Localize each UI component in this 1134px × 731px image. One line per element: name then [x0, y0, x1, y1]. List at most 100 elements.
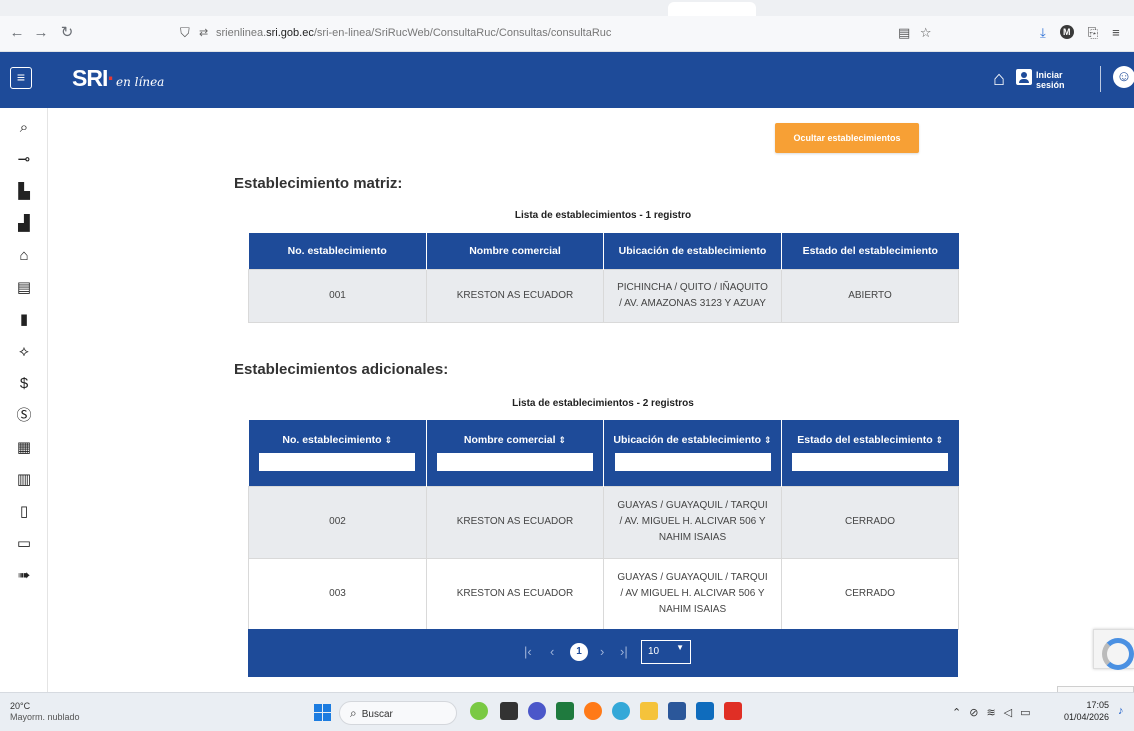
acrobat-app-icon[interactable] [724, 702, 742, 720]
recaptcha-badge[interactable] [1093, 629, 1134, 670]
col-header-estado[interactable]: Estado del establecimiento ⇕ [781, 420, 959, 486]
taskbar: 20°C Mayorm. nublado ⌕ Buscar ⌃ ⊘ ≋ ◁ ▭ 17… [0, 692, 1134, 731]
url-actions: ▤ ☆ [898, 25, 932, 41]
shield-icon[interactable]: ⛉ [180, 25, 190, 41]
page-1-button[interactable]: 1 [570, 643, 588, 661]
filter-nombre-input[interactable] [436, 451, 594, 472]
login-link[interactable]: Iniciar sesión [1036, 70, 1076, 90]
extensions-bar: ⤓ M ⎘ ≡ [1040, 25, 1120, 41]
document-icon[interactable]: ▤ [14, 278, 34, 298]
firefox-app-icon[interactable] [584, 702, 602, 720]
outlook-app-icon[interactable] [696, 702, 714, 720]
truck-icon[interactable]: ➠ [14, 566, 34, 586]
forward-icon[interactable]: → [32, 24, 50, 42]
handshake-icon[interactable]: ⟡ [14, 342, 34, 362]
mailbox-icon[interactable]: ⌂ [14, 246, 34, 266]
filter-estado-input[interactable] [791, 451, 950, 472]
cell-ubicacion: GUAYAS / GUAYAQUIL / TARQUI / AV. MIGUEL … [603, 485, 782, 559]
volume-icon[interactable]: ◁ [1004, 706, 1012, 719]
chat-app-icon[interactable] [528, 702, 546, 720]
excel-app-icon[interactable] [556, 702, 574, 720]
url-text[interactable]: srienlinea.sri.gob.ec/sri-en-linea/SriRu… [216, 27, 611, 39]
tray-chevron-icon[interactable]: ⌃ [952, 706, 961, 719]
edge-app-icon[interactable] [612, 702, 630, 720]
system-tray: ⌃ ⊘ ≋ ◁ ▭ [952, 706, 1031, 719]
coin-icon[interactable]: Ⓢ [14, 406, 34, 426]
taskbar-clock[interactable]: 17:05 01/04/2026 [1064, 699, 1109, 723]
cell-nombre: KRESTON AS ECUADOR [426, 485, 604, 559]
menu-icon[interactable]: ≡ [1112, 25, 1120, 41]
notification-bell-icon[interactable]: ♪ [1118, 705, 1124, 717]
browser-tab[interactable] [668, 2, 756, 16]
filter-numero-input[interactable] [258, 451, 417, 472]
hamburger-menu-icon[interactable]: ≡ [10, 67, 32, 89]
browser-toolbar: ← → ↻ ⛉ ⇄ srienlinea.sri.gob.ec/sri-en-l… [0, 16, 1134, 52]
account-avatar-icon[interactable]: M [1059, 25, 1074, 39]
task-view-icon[interactable] [500, 702, 518, 720]
site-header: ≡ SRI· en línea ⌂ Iniciar sesión ☺ [0, 52, 1134, 108]
money-stack-icon[interactable]: ▦ [14, 438, 34, 458]
cell-ubicacion: GUAYAS / GUAYAQUIL / TARQUI / AV MIGUEL H… [603, 557, 782, 630]
windows-start-icon[interactable] [314, 704, 331, 721]
sort-icon[interactable]: ⇕ [764, 435, 772, 445]
sort-icon[interactable]: ⇕ [936, 435, 944, 445]
weather-widget[interactable]: 20°C Mayorm. nublado [10, 701, 80, 723]
permissions-icon[interactable]: ⇄ [199, 26, 208, 39]
col-header-nombre[interactable]: Nombre comercial ⇕ [426, 420, 604, 486]
page-size-select[interactable]: 10 ▼ [641, 640, 691, 664]
bookmark-star-icon[interactable]: ☆ [920, 25, 932, 40]
browser-tabstrip [0, 0, 1134, 16]
accessibility-icon[interactable]: ☺ [1113, 66, 1134, 88]
col-header-nombre: Nombre comercial [426, 233, 604, 269]
extensions-icon[interactable]: ⎘ [1088, 25, 1098, 41]
home-icon[interactable]: ⌂ [993, 68, 1005, 91]
cell-estado: CERRADO [781, 485, 959, 559]
cell-estado: ABIERTO [781, 268, 959, 323]
address-bar[interactable]: ⛉ ⇄ srienlinea.sri.gob.ec/sri-en-linea/S… [180, 23, 940, 45]
matriz-caption: Lista de establecimientos - 1 registro [514, 210, 692, 221]
sort-icon[interactable]: ⇕ [385, 435, 393, 445]
col-header-numero: No. establecimiento [248, 233, 427, 269]
prev-page-icon[interactable]: ‹ [550, 644, 554, 659]
first-page-icon[interactable]: |‹ [524, 644, 532, 659]
col-header-ubicacion[interactable]: Ubicación de establecimiento ⇕ [603, 420, 782, 486]
adicionales-title: Establecimientos adicionales: [234, 361, 449, 378]
search-icon[interactable]: ⌕ [14, 118, 34, 138]
file-explorer-icon[interactable] [640, 702, 658, 720]
widgets-app-icon[interactable] [470, 702, 488, 720]
file-icon[interactable]: ▮ [14, 310, 34, 330]
location-icon[interactable]: ⊘ [969, 706, 978, 719]
battery-icon[interactable]: ▭ [1020, 706, 1030, 719]
sidebar: ⌕ ⊸ ▙ ▟ ⌂ ▤ ▮ ⟡ $ Ⓢ ▦ ▥ ▯ ▭ ➠ [0, 108, 48, 692]
reload-icon[interactable]: ↻ [58, 24, 76, 42]
car-icon[interactable]: ▭ [14, 534, 34, 554]
hide-establishments-button[interactable]: Ocultar establecimientos [775, 123, 919, 153]
user-icon[interactable] [1016, 69, 1032, 85]
reader-view-icon[interactable]: ▤ [898, 25, 910, 40]
last-page-icon[interactable]: ›| [620, 644, 628, 659]
dollar-icon[interactable]: $ [14, 374, 34, 394]
search-icon: ⌕ [350, 706, 357, 720]
cell-ubicacion: PICHINCHA / QUITO / IÑAQUITO / AV. AMAZON… [603, 268, 782, 323]
sort-icon[interactable]: ⇕ [559, 435, 567, 445]
sri-logo[interactable]: SRI· en línea [72, 65, 164, 92]
word-app-icon[interactable] [668, 702, 686, 720]
factory-icon[interactable]: ▟ [14, 214, 34, 234]
table-row: 001 KRESTON AS ECUADOR PICHINCHA / QUITO… [248, 268, 959, 323]
receipt-icon[interactable]: ▥ [14, 470, 34, 490]
cell-estado: CERRADO [781, 557, 959, 630]
wifi-icon[interactable]: ≋ [986, 706, 995, 719]
building-icon[interactable]: ▙ [14, 182, 34, 202]
page-icon[interactable]: ▯ [14, 502, 34, 522]
col-header-ubicacion: Ubicación de establecimiento [603, 233, 782, 269]
adicionales-caption: Lista de establecimientos - 2 registros [512, 398, 694, 409]
col-header-numero[interactable]: No. establecimiento ⇕ [248, 420, 427, 486]
download-icon[interactable]: ⤓ [1040, 25, 1046, 41]
cell-nombre: KRESTON AS ECUADOR [426, 268, 604, 323]
taskbar-search[interactable]: ⌕ Buscar [339, 701, 457, 725]
filter-ubicacion-input[interactable] [613, 451, 772, 472]
next-page-icon[interactable]: › [600, 644, 604, 659]
back-icon[interactable]: ← [8, 24, 26, 42]
adicionales-table: No. establecimiento ⇕ Nombre comercial ⇕ U… [248, 420, 959, 630]
key-icon[interactable]: ⊸ [14, 150, 34, 170]
